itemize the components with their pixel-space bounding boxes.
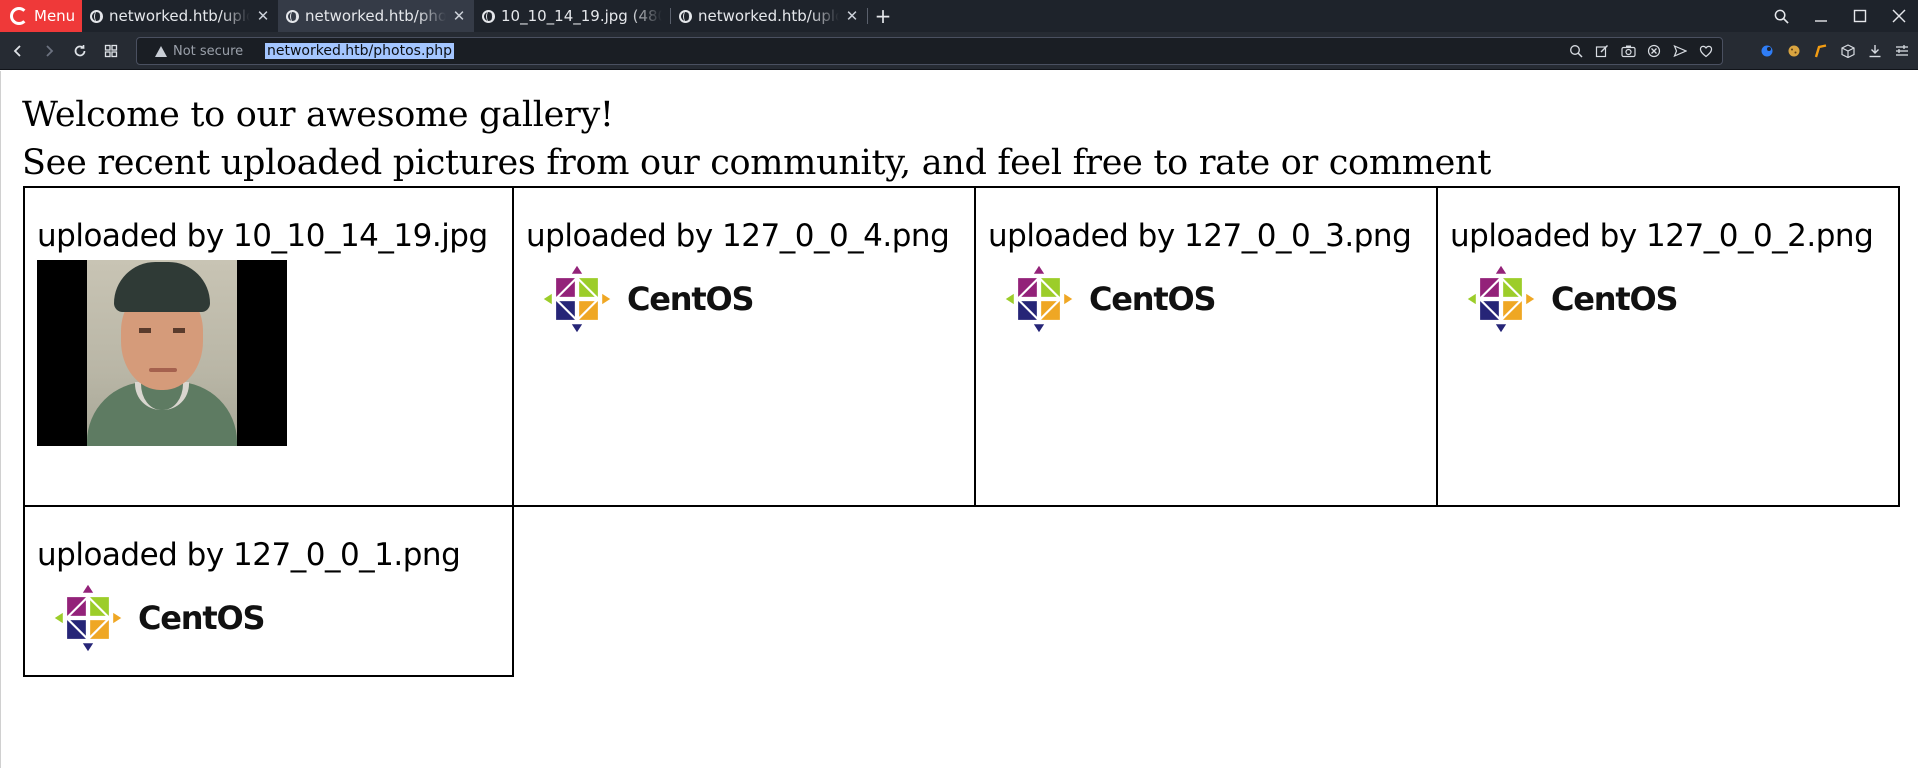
close-tab-icon[interactable]: ✕: [845, 7, 859, 25]
gallery-cell: uploaded by 127_0_0_4.png CentOS: [512, 186, 976, 507]
centos-logo: CentOS: [541, 262, 962, 336]
address-toolbar: Not secure networked.htb/photos.php: [0, 32, 1918, 70]
subtitle-text: See recent uploaded pictures from our co…: [22, 143, 1492, 183]
upload-caption: uploaded by 127_0_0_1.png: [37, 537, 461, 573]
page-heading: Welcome to our awesome gallery! See rece…: [22, 91, 1491, 187]
reload-icon[interactable]: [67, 38, 93, 64]
centos-wordmark: CentOS: [1089, 280, 1217, 318]
heart-icon[interactable]: [1698, 43, 1714, 59]
back-icon[interactable]: [5, 38, 31, 64]
upload-caption: uploaded by 127_0_0_3.png: [988, 218, 1412, 254]
centos-mark-icon: [1465, 263, 1537, 335]
globe-icon: [90, 9, 103, 23]
panel-menu-icon[interactable]: [1894, 43, 1910, 59]
extension-blue-icon[interactable]: [1759, 43, 1775, 59]
tab-label: networked.htb/photos.php: [305, 7, 446, 25]
address-bar[interactable]: Not secure networked.htb/photos.php: [136, 37, 1723, 65]
globe-icon: [679, 9, 692, 23]
edit-icon[interactable]: [1594, 43, 1610, 59]
portrait-photo: [37, 260, 287, 446]
new-tab-button[interactable]: +: [868, 0, 898, 32]
gallery-row: uploaded by 10_10_14_19.jpg uploaded by …: [23, 186, 1900, 507]
welcome-text: Welcome to our awesome gallery!: [22, 95, 614, 135]
centos-logo: CentOS: [1003, 262, 1424, 336]
warning-icon: [155, 45, 167, 57]
maximize-icon[interactable]: [1840, 0, 1879, 32]
cookie-icon[interactable]: [1786, 43, 1802, 59]
tab-label: networked.htb/upload.php: [109, 7, 250, 25]
centos-mark-icon: [52, 582, 124, 654]
cube-icon[interactable]: [1840, 43, 1856, 59]
zoom-icon[interactable]: [1568, 43, 1584, 59]
window-controls: [1762, 0, 1918, 32]
tab-bar: Menu networked.htb/upload.php ✕ networke…: [0, 0, 1918, 32]
forward-icon[interactable]: [36, 38, 62, 64]
extension-icons: [1759, 38, 1910, 64]
camera-icon[interactable]: [1620, 43, 1636, 59]
gallery-cell: uploaded by 10_10_14_19.jpg: [23, 186, 514, 507]
extension-orange-icon[interactable]: [1813, 43, 1829, 59]
minimize-icon[interactable]: [1801, 0, 1840, 32]
close-window-icon[interactable]: [1879, 0, 1918, 32]
tab-upload-1[interactable]: networked.htb/upload.php ✕: [82, 0, 278, 32]
centos-wordmark: CentOS: [627, 280, 755, 318]
tab-label: networked.htb/upload.php: [698, 7, 839, 25]
speed-dial-icon[interactable]: [98, 38, 124, 64]
gallery-cell: uploaded by 127_0_0_1.png CentOS: [23, 505, 514, 677]
menu-label: Menu: [34, 7, 76, 25]
upload-caption: uploaded by 127_0_0_2.png: [1450, 218, 1874, 254]
centos-logo: CentOS: [1465, 262, 1886, 336]
search-icon[interactable]: [1762, 0, 1801, 32]
gallery-table: uploaded by 10_10_14_19.jpg uploaded by …: [23, 186, 1900, 677]
globe-icon: [482, 9, 495, 23]
gallery-row: uploaded by 127_0_0_1.png CentOS: [23, 505, 1899, 677]
upload-caption: uploaded by 10_10_14_19.jpg: [37, 218, 488, 254]
tab-photos[interactable]: networked.htb/photos.php ✕: [278, 0, 474, 32]
close-tab-icon[interactable]: ✕: [256, 7, 270, 25]
centos-mark-icon: [541, 263, 613, 335]
vivaldi-logo-icon: [10, 7, 28, 25]
web-page: Welcome to our awesome gallery! See rece…: [0, 71, 1918, 768]
tab-upload-2[interactable]: networked.htb/upload.php ✕: [671, 0, 867, 32]
send-icon[interactable]: [1672, 43, 1688, 59]
tab-image[interactable]: 10_10_14_19.jpg (480×360): [474, 0, 670, 32]
url-text[interactable]: networked.htb/photos.php: [265, 43, 455, 59]
centos-wordmark: CentOS: [138, 599, 266, 637]
security-label: Not secure: [173, 43, 244, 59]
gallery-cell: uploaded by 127_0_0_3.png CentOS: [974, 186, 1438, 507]
address-bar-actions: [1568, 38, 1714, 64]
gallery-cell: uploaded by 127_0_0_2.png CentOS: [1436, 186, 1900, 507]
upload-caption: uploaded by 127_0_0_4.png: [526, 218, 950, 254]
block-icon[interactable]: [1646, 43, 1662, 59]
empty-cell: [513, 506, 1899, 676]
tab-label: 10_10_14_19.jpg (480×360): [501, 7, 662, 25]
close-tab-icon[interactable]: ✕: [452, 7, 466, 25]
centos-logo: CentOS: [52, 581, 500, 655]
globe-icon: [286, 9, 299, 23]
browser-menu-button[interactable]: Menu: [0, 0, 82, 32]
centos-mark-icon: [1003, 263, 1075, 335]
security-indicator[interactable]: Not secure: [137, 44, 261, 59]
centos-wordmark: CentOS: [1551, 280, 1679, 318]
download-icon[interactable]: [1867, 43, 1883, 59]
